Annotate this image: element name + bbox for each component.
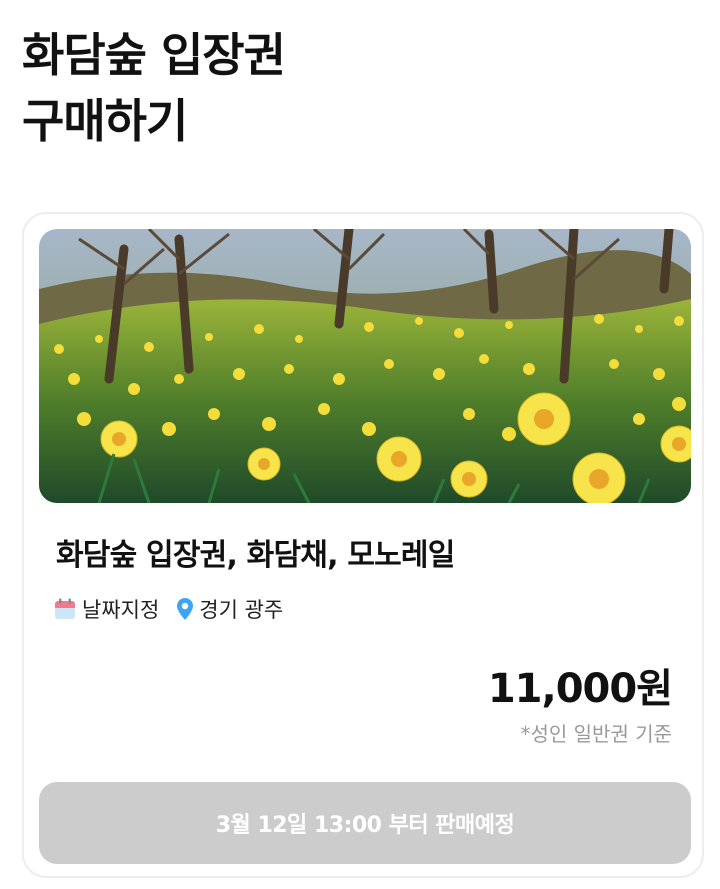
date-label: 날짜지정 [82,598,160,622]
product-card[interactable]: 화담숲 입장권, 화담채, 모노레일 날짜지정 경기 광주 11,000원 *성… [22,212,704,878]
location-info: 경기 광주 [177,594,283,624]
daffodil-field-photo [39,229,691,503]
product-title: 화담숲 입장권, 화담채, 모노레일 [56,538,455,573]
page-title: 화담숲 입장권 구매하기 [22,22,682,154]
purchase-button[interactable]: 3월 12일 13:00 부터 판매예정 [39,782,691,864]
page-title-line2: 구매하기 [22,94,188,148]
location-pin-icon [177,598,194,620]
page-title-line1: 화담숲 입장권 [22,28,286,82]
product-image [39,229,691,503]
price-note: *성인 일반권 기준 [520,722,672,746]
location-label: 경기 광주 [199,598,284,622]
date-info: 날짜지정 [54,594,159,624]
calendar-icon [54,598,76,620]
price: 11,000원 [487,666,673,712]
product-meta: 날짜지정 경기 광주 [54,594,283,624]
